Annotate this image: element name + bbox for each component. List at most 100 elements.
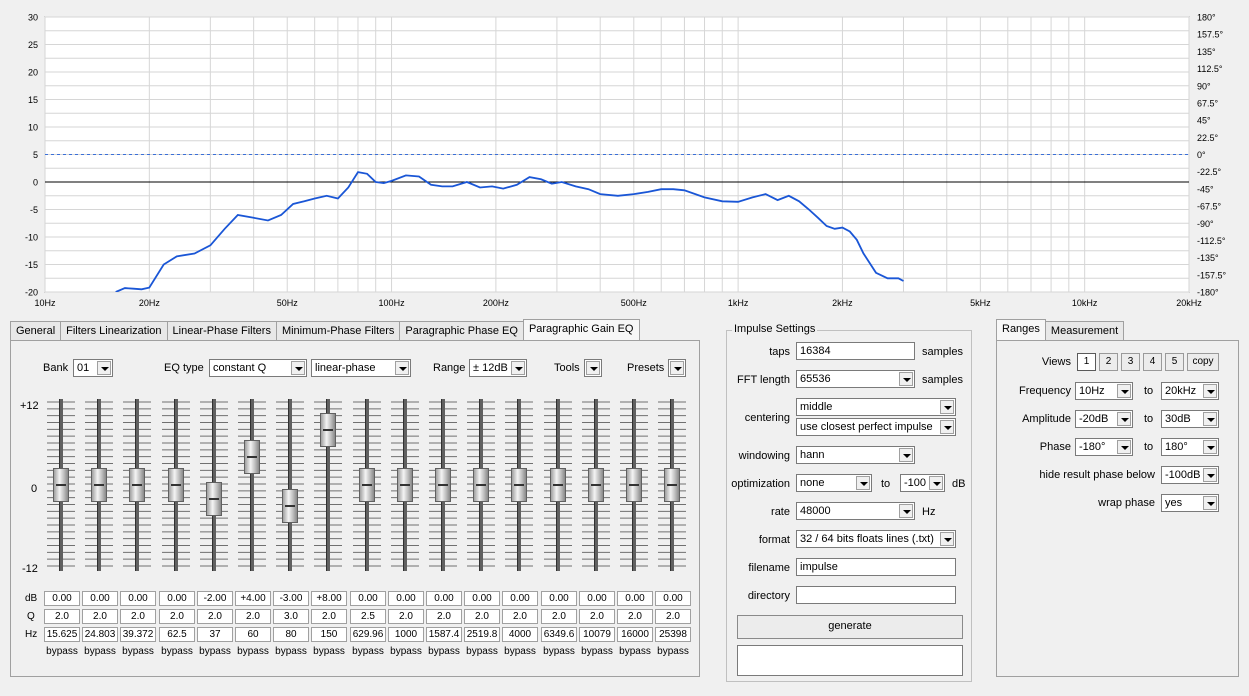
slider-knob[interactable] — [550, 468, 566, 502]
band-q-field[interactable]: 2.0 — [617, 609, 653, 624]
tab-linear-phase-filters[interactable]: Linear-Phase Filters — [166, 321, 277, 340]
band-frequency-field[interactable]: 150 — [311, 627, 347, 642]
band-q-field[interactable]: 2.0 — [82, 609, 118, 624]
band-q-field[interactable]: 2.0 — [388, 609, 424, 624]
windowing-select[interactable]: hann — [796, 446, 915, 464]
slider-knob[interactable] — [206, 482, 222, 516]
band-q-field[interactable]: 2.0 — [235, 609, 271, 624]
band-gain-field[interactable]: +4.00 — [235, 591, 271, 606]
band-q-field[interactable]: 2.0 — [426, 609, 462, 624]
slider-knob[interactable] — [129, 468, 145, 502]
band-frequency-field[interactable]: 60 — [235, 627, 271, 642]
phase-to-select[interactable]: 180° — [1161, 438, 1219, 456]
slider-knob[interactable] — [626, 468, 642, 502]
slider-knob[interactable] — [588, 468, 604, 502]
band-frequency-field[interactable]: 1587.4 — [426, 627, 462, 642]
band-bypass-button[interactable]: bypass — [311, 646, 347, 657]
slider-knob[interactable] — [664, 468, 680, 502]
band-gain-field[interactable]: 0.00 — [617, 591, 653, 606]
amplitude-to-select[interactable]: 30dB — [1161, 410, 1219, 428]
tab-filters-linearization[interactable]: Filters Linearization — [60, 321, 168, 340]
band-bypass-button[interactable]: bypass — [579, 646, 615, 657]
band-q-field[interactable]: 2.0 — [311, 609, 347, 624]
eq-slider[interactable] — [425, 395, 461, 581]
band-bypass-button[interactable]: bypass — [350, 646, 386, 657]
band-gain-field[interactable]: 0.00 — [426, 591, 462, 606]
frequency-response-chart[interactable]: 30 25 20 15 10 5 0 -5 -10 -15 -20 180° 157.5° 135° 112… — [0, 0, 1249, 316]
band-bypass-button[interactable]: bypass — [159, 646, 195, 657]
wrap-phase-select[interactable]: yes — [1161, 494, 1219, 512]
eq-slider[interactable] — [234, 395, 270, 581]
tab-ranges[interactable]: Ranges — [996, 319, 1046, 340]
band-frequency-field[interactable]: 1000 — [388, 627, 424, 642]
tab-general[interactable]: General — [10, 321, 62, 340]
slider-knob[interactable] — [282, 489, 298, 523]
slider-knob[interactable] — [91, 468, 107, 502]
band-bypass-button[interactable]: bypass — [464, 646, 500, 657]
copy-view-button[interactable]: copy — [1187, 353, 1219, 371]
band-q-field[interactable]: 2.0 — [655, 609, 691, 624]
band-frequency-field[interactable]: 24.803 — [82, 627, 118, 642]
rate-select[interactable]: 48000 — [796, 502, 915, 520]
view-4-button[interactable]: 4 — [1143, 353, 1162, 371]
band-bypass-button[interactable]: bypass — [617, 646, 653, 657]
slider-knob[interactable] — [473, 468, 489, 502]
band-frequency-field[interactable]: 15.625 — [44, 627, 80, 642]
eq-slider[interactable] — [463, 395, 499, 581]
tab-measurement[interactable]: Measurement — [1044, 321, 1125, 340]
view-5-button[interactable]: 5 — [1165, 353, 1184, 371]
slider-knob[interactable] — [53, 468, 69, 502]
slider-knob[interactable] — [244, 440, 260, 474]
slider-knob[interactable] — [359, 468, 375, 502]
band-q-field[interactable]: 2.0 — [464, 609, 500, 624]
band-frequency-field[interactable]: 2519.8 — [464, 627, 500, 642]
band-frequency-field[interactable]: 4000 — [502, 627, 538, 642]
band-frequency-field[interactable]: 16000 — [617, 627, 653, 642]
band-bypass-button[interactable]: bypass — [120, 646, 156, 657]
band-frequency-field[interactable]: 62.5 — [159, 627, 195, 642]
band-gain-field[interactable]: -3.00 — [273, 591, 309, 606]
eq-slider[interactable] — [501, 395, 537, 581]
eq-slider[interactable] — [158, 395, 194, 581]
eq-slider[interactable] — [272, 395, 308, 581]
eq-slider[interactable] — [540, 395, 576, 581]
slider-knob[interactable] — [320, 413, 336, 447]
band-q-field[interactable]: 2.0 — [541, 609, 577, 624]
band-q-field[interactable]: 2.0 — [197, 609, 233, 624]
band-gain-field[interactable]: 0.00 — [82, 591, 118, 606]
slider-knob[interactable] — [397, 468, 413, 502]
band-bypass-button[interactable]: bypass — [388, 646, 424, 657]
band-frequency-field[interactable]: 37 — [197, 627, 233, 642]
optimization-select[interactable]: none — [796, 474, 872, 492]
frequency-from-select[interactable]: 10Hz — [1075, 382, 1133, 400]
band-bypass-button[interactable]: bypass — [502, 646, 538, 657]
band-gain-field[interactable]: 0.00 — [388, 591, 424, 606]
generate-button[interactable]: generate — [737, 615, 963, 639]
band-bypass-button[interactable]: bypass — [44, 646, 80, 657]
eq-slider[interactable] — [196, 395, 232, 581]
band-gain-field[interactable]: 0.00 — [541, 591, 577, 606]
eq-slider[interactable] — [578, 395, 614, 581]
amplitude-from-select[interactable]: -20dB — [1075, 410, 1133, 428]
band-bypass-button[interactable]: bypass — [82, 646, 118, 657]
directory-input[interactable] — [796, 586, 956, 604]
eq-slider[interactable] — [119, 395, 155, 581]
band-frequency-field[interactable]: 80 — [273, 627, 309, 642]
band-q-field[interactable]: 2.0 — [44, 609, 80, 624]
band-bypass-button[interactable]: bypass — [197, 646, 233, 657]
eq-slider[interactable] — [310, 395, 346, 581]
tab-minimum-phase-filters[interactable]: Minimum-Phase Filters — [275, 321, 401, 340]
tab-paragraphic-gain-eq[interactable]: Paragraphic Gain EQ — [522, 319, 640, 340]
slider-knob[interactable] — [511, 468, 527, 502]
band-gain-field[interactable]: +8.00 — [311, 591, 347, 606]
centering-select[interactable]: middle — [796, 398, 956, 416]
band-gain-field[interactable]: 0.00 — [579, 591, 615, 606]
band-gain-field[interactable]: 0.00 — [159, 591, 195, 606]
band-gain-field[interactable]: 0.00 — [464, 591, 500, 606]
band-frequency-field[interactable]: 10079 — [579, 627, 615, 642]
slider-knob[interactable] — [168, 468, 184, 502]
band-bypass-button[interactable]: bypass — [273, 646, 309, 657]
centering-mode-select[interactable]: use closest perfect impulse — [796, 418, 956, 436]
band-q-field[interactable]: 2.0 — [159, 609, 195, 624]
eq-slider[interactable] — [349, 395, 385, 581]
